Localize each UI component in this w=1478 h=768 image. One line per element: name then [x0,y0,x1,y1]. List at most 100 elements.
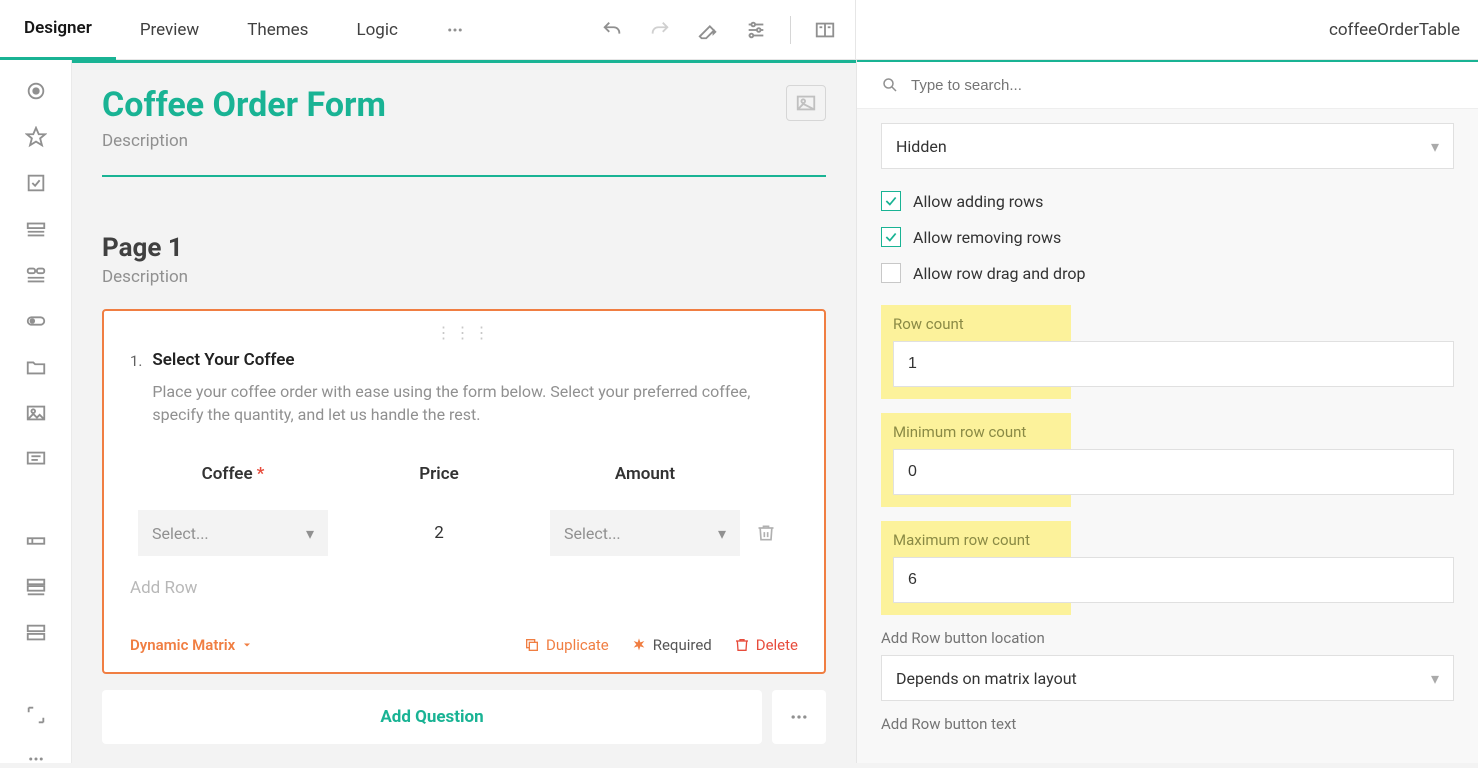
dots-horizontal-icon [789,707,809,727]
survey-title[interactable]: Coffee Order Form [102,85,786,125]
add-row-location-select[interactable]: Depends on matrix layout▾ [881,655,1454,701]
select-placeholder: Select... [564,524,621,543]
column-header-coffee[interactable]: Coffee* [130,456,336,492]
question-card[interactable]: ⋮⋮⋮ 1. Select Your Coffee Place your cof… [102,309,826,674]
max-row-count-input[interactable] [893,557,1454,603]
tab-preview[interactable]: Preview [116,0,223,60]
radio-icon [25,80,47,102]
checkbox-checked-icon [881,191,901,211]
title-separator [102,175,826,177]
tool-more[interactable] [24,750,48,768]
selected-element-name: coffeeOrderTable [856,0,1478,59]
required-icon [631,637,647,653]
duplicate-button[interactable]: Duplicate [524,636,609,654]
question-description[interactable]: Place your coffee order with ease using … [152,380,792,426]
row-count-label: Row count [893,315,1454,333]
chevron-down-icon [241,639,253,651]
max-row-count-field: Maximum row count [881,521,1454,615]
tool-singleinput[interactable] [24,530,48,552]
column-header-amount[interactable]: Amount [542,456,748,492]
tool-panel[interactable] [24,622,48,644]
coffee-select[interactable]: Select... ▾ [138,510,328,556]
checkbox-checked-icon [881,227,901,247]
multitext-icon [25,576,47,598]
chevron-down-icon: ▾ [1431,137,1439,156]
tool-tagbox[interactable] [24,264,48,286]
settings-button[interactable] [734,8,778,52]
property-panel: Hidden▾ Allow adding rows Allow removing… [856,60,1478,763]
dots-horizontal-icon [27,750,45,768]
redo-button[interactable] [638,8,682,52]
property-search[interactable] [857,60,1478,109]
toolbar-separator [790,16,791,44]
add-row-button[interactable]: Add Row [130,578,798,598]
preview-panel-button[interactable] [803,8,847,52]
expand-icon [25,704,47,726]
tool-boolean[interactable] [24,310,48,332]
tool-rating[interactable] [24,126,48,148]
comment-icon [25,448,47,470]
sliders-icon [745,19,767,41]
tagbox-icon [25,264,47,286]
add-question-button[interactable]: Add Question [102,690,762,744]
tool-comment[interactable] [24,448,48,470]
drag-handle-icon[interactable]: ⋮⋮⋮ [130,323,798,342]
tab-logic[interactable]: Logic [332,0,421,60]
chevron-down-icon: ▾ [1431,669,1439,688]
add-question-more-button[interactable] [772,690,826,744]
top-tabs: Designer Preview Themes Logic [0,0,488,59]
erase-button[interactable] [686,8,730,52]
select-placeholder: Select... [152,524,209,543]
duplicate-icon [524,637,540,653]
page-title[interactable]: Page 1 [102,233,826,263]
tool-image[interactable] [24,402,48,424]
row-count-input[interactable] [893,341,1454,387]
logo-placeholder[interactable] [786,85,826,121]
page-description[interactable]: Description [102,267,826,287]
checkbox-unchecked-icon [881,263,901,283]
tool-expand[interactable] [24,704,48,726]
undo-button[interactable] [590,8,634,52]
min-row-count-input[interactable] [893,449,1454,495]
tool-file[interactable] [24,356,48,378]
tool-dropdown[interactable] [24,218,48,240]
folder-icon [25,356,47,378]
max-row-count-label: Maximum row count [893,531,1454,549]
delete-button[interactable]: Delete [734,636,798,654]
search-input[interactable] [911,77,1454,94]
delete-row-button[interactable] [748,523,798,543]
book-icon [814,19,836,41]
tool-multipletext[interactable] [24,576,48,598]
redo-icon [649,19,671,41]
tab-themes[interactable]: Themes [223,0,332,60]
allow-row-drag-checkbox[interactable]: Allow row drag and drop [881,255,1454,291]
allow-adding-rows-checkbox[interactable]: Allow adding rows [881,183,1454,219]
tool-radio[interactable] [24,80,48,102]
trash-icon [756,523,776,543]
chevron-down-icon: ▾ [718,524,726,543]
question-number: 1. [130,350,142,426]
column-header-price[interactable]: Price [336,456,542,492]
star-icon [25,126,47,148]
tab-more[interactable] [422,0,488,60]
toggle-icon [25,310,47,332]
toolbox-rail [0,60,72,763]
image-icon [25,402,47,424]
erase-icon [697,19,719,41]
question-type-selector[interactable]: Dynamic Matrix [130,636,253,654]
table-row: Select... ▾ 2 Select... ▾ [130,510,798,556]
tab-designer[interactable]: Designer [0,0,116,60]
allow-removing-rows-checkbox[interactable]: Allow removing rows [881,219,1454,255]
undo-icon [601,19,623,41]
add-row-text-label: Add Row button text [881,715,1454,733]
required-toggle[interactable]: Required [631,636,712,654]
survey-description[interactable]: Description [102,131,786,151]
question-title[interactable]: Select Your Coffee [152,350,798,370]
checkbox-icon [25,172,47,194]
panel-icon [25,622,47,644]
amount-select[interactable]: Select... ▾ [550,510,740,556]
visibility-select[interactable]: Hidden▾ [881,123,1454,169]
tool-checkbox[interactable] [24,172,48,194]
add-row-text-field: Add Row button text [881,715,1454,733]
min-row-count-label: Minimum row count [893,423,1454,441]
